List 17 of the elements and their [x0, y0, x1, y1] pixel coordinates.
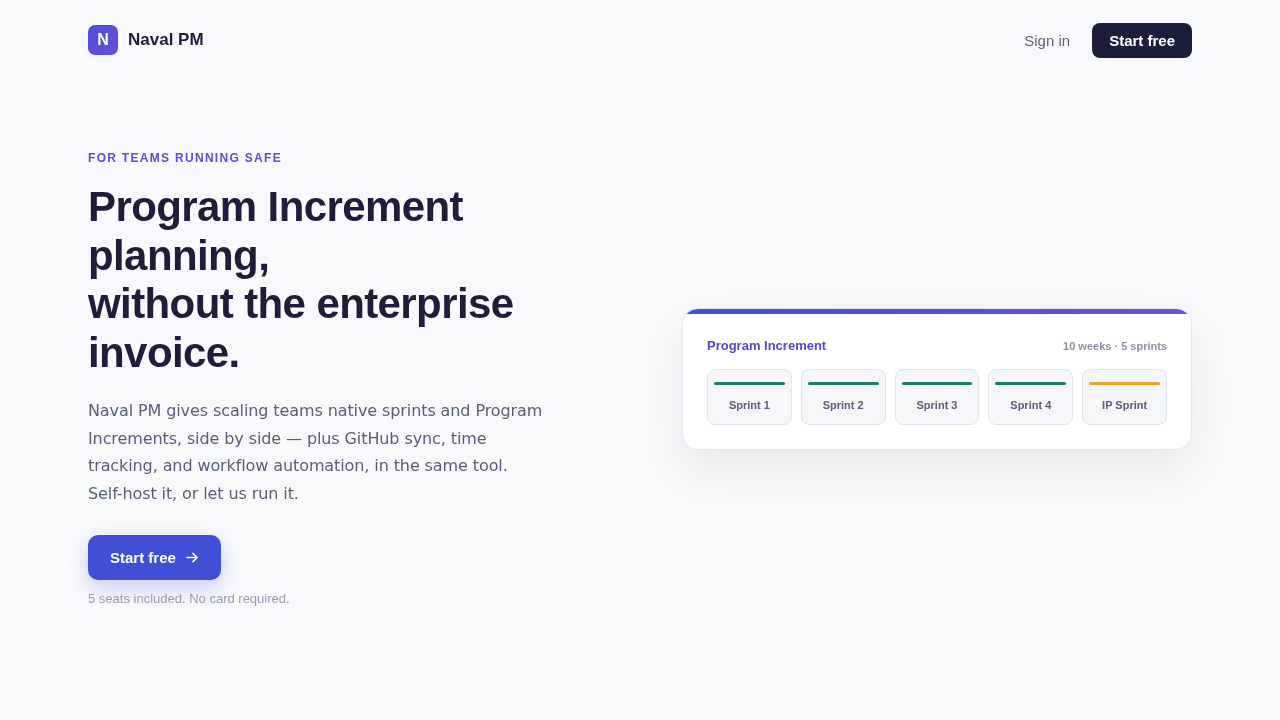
- brand-name[interactable]: Naval PM: [128, 30, 204, 50]
- eyebrow-text: FOR TEAMS RUNNING SAFE: [88, 150, 283, 166]
- sign-in-link[interactable]: Sign in: [1024, 31, 1071, 49]
- sprint-label: Sprint 1: [728, 398, 770, 411]
- arrow-right-icon: [185, 552, 199, 563]
- sprint-label: Sprint 4: [1010, 398, 1052, 411]
- start-free-button[interactable]: Start free: [1092, 22, 1192, 58]
- cta-note: 5 seats included. No card required.: [88, 591, 291, 607]
- logo-mark[interactable]: N: [88, 25, 118, 55]
- sprint-label: Sprint 2: [822, 398, 864, 411]
- start-free-button[interactable]: Start free: [88, 535, 221, 580]
- sprint-label: Sprint 3: [916, 398, 958, 411]
- card-title: Program Increment: [707, 337, 827, 353]
- hero-description: Naval PM gives scaling teams native sprints and Program Increments, side by side — plus GitHub sync, time tracking, and workflow automation, in the same tool. Self-host it, or let us run it.: [88, 400, 544, 505]
- hero-headline: Program Increment planning, without the enterprise invoice.: [88, 183, 515, 377]
- sprint-label: IP Sprint: [1102, 398, 1148, 411]
- card-meta: 10 weeks · 5 sprints: [1063, 339, 1167, 352]
